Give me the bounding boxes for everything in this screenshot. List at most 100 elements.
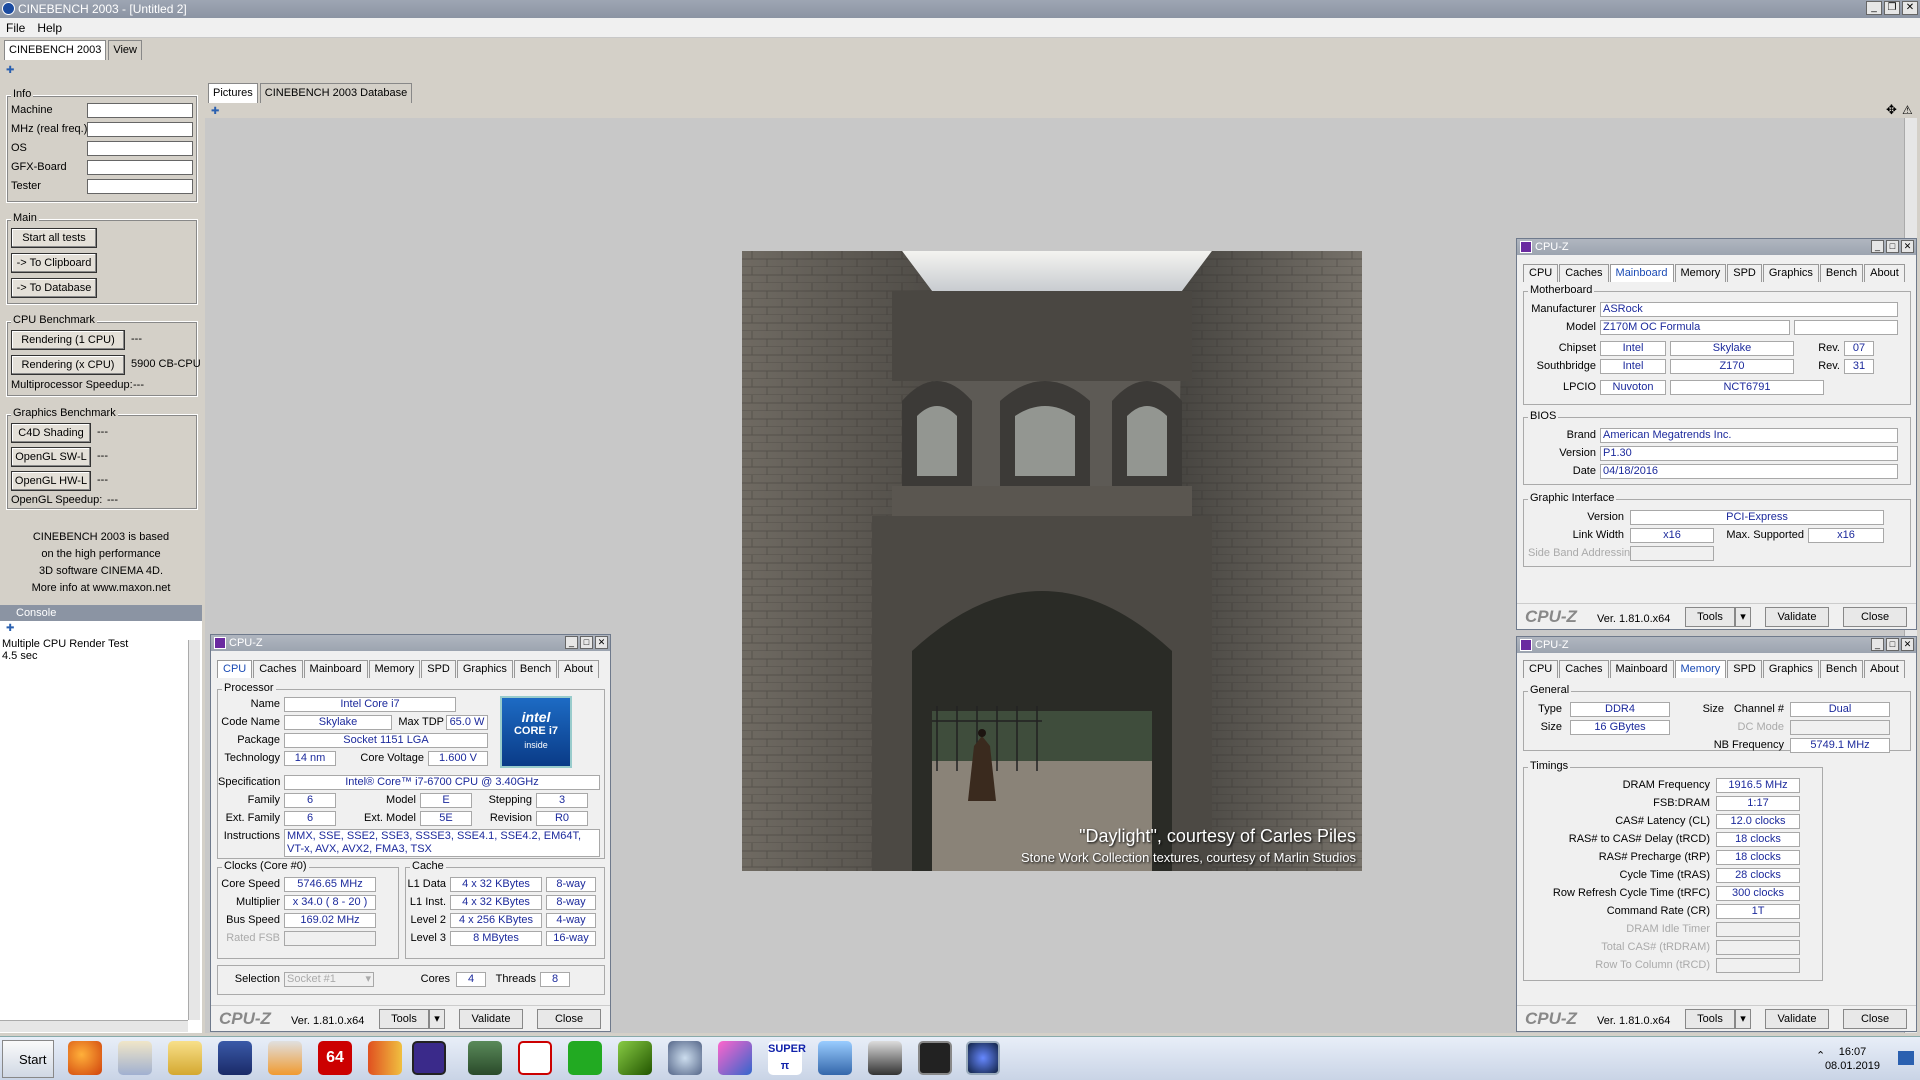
opengl-hwl-button[interactable]: OpenGL HW-L bbox=[11, 471, 91, 491]
tab-bench[interactable]: Bench bbox=[1819, 264, 1864, 282]
tab-cpu[interactable]: CPU bbox=[1523, 264, 1559, 282]
tool-icon[interactable] bbox=[368, 1041, 402, 1075]
minimize-button[interactable]: _ bbox=[1871, 638, 1884, 651]
c4d-shading-button[interactable]: C4D Shading bbox=[11, 423, 91, 443]
console-scrollbar[interactable] bbox=[188, 640, 200, 1020]
level2-value: 4 x 256 KBytes bbox=[450, 913, 542, 928]
tab-cpu[interactable]: CPU bbox=[217, 660, 253, 678]
tab-memory[interactable]: Memory bbox=[1674, 264, 1727, 282]
minimize-button[interactable]: _ bbox=[565, 636, 578, 649]
maximize-button[interactable]: □ bbox=[580, 636, 593, 649]
tools-dropdown-icon[interactable]: ▾ bbox=[1735, 607, 1751, 627]
tab-caches[interactable]: Caches bbox=[1559, 660, 1609, 678]
minimize-button[interactable]: _ bbox=[1866, 1, 1882, 15]
move-icon[interactable]: ✥ bbox=[1886, 103, 1897, 116]
superpi-icon[interactable]: SUPER π bbox=[768, 1041, 806, 1075]
render-1cpu-button[interactable]: Rendering (1 CPU) bbox=[11, 330, 125, 350]
close-button[interactable]: ✕ bbox=[1901, 240, 1914, 253]
paint-icon[interactable] bbox=[118, 1041, 152, 1075]
tools-dropdown-icon[interactable]: ▾ bbox=[429, 1009, 445, 1029]
maximize-button[interactable]: □ bbox=[1886, 638, 1899, 651]
restore-button[interactable]: ❐ bbox=[1884, 1, 1900, 15]
tab-spd[interactable]: SPD bbox=[421, 660, 456, 678]
gfx-board-input[interactable] bbox=[87, 160, 193, 175]
tab-memory[interactable]: Memory bbox=[1674, 660, 1727, 678]
tester-input[interactable] bbox=[87, 179, 193, 194]
start-button[interactable]: Start bbox=[2, 1040, 54, 1078]
pin-icon[interactable]: ✚ bbox=[6, 66, 18, 76]
tab-mainboard[interactable]: Mainboard bbox=[1609, 660, 1674, 678]
validate-button[interactable]: Validate bbox=[459, 1009, 523, 1029]
tab-graphics[interactable]: Graphics bbox=[456, 660, 513, 678]
tab-caches[interactable]: Caches bbox=[1559, 264, 1609, 282]
tab-bench[interactable]: Bench bbox=[513, 660, 558, 678]
tray-up-icon[interactable]: ⌃ bbox=[1816, 1049, 1825, 1062]
nvidia-icon[interactable] bbox=[618, 1041, 652, 1075]
tools-button[interactable]: Tools bbox=[379, 1009, 429, 1029]
tab-spd[interactable]: SPD bbox=[1727, 264, 1762, 282]
clock[interactable]: 16:07 08.01.2019 bbox=[1825, 1045, 1880, 1073]
gear-icon[interactable] bbox=[668, 1041, 702, 1075]
close-button[interactable]: ✕ bbox=[595, 636, 608, 649]
folder-icon[interactable] bbox=[168, 1041, 202, 1075]
tab-about[interactable]: About bbox=[1864, 264, 1905, 282]
tab-view[interactable]: View bbox=[108, 40, 142, 60]
tools-button[interactable]: Tools bbox=[1685, 607, 1735, 627]
to-database-button[interactable]: -> To Database bbox=[11, 278, 97, 298]
instructions-value: MMX, SSE, SSE2, SSE3, SSSE3, SSE4.1, SSE… bbox=[284, 829, 600, 857]
monitor-icon[interactable] bbox=[518, 1041, 552, 1075]
maximize-button[interactable]: □ bbox=[1886, 240, 1899, 253]
os-input[interactable] bbox=[87, 141, 193, 156]
tab-database[interactable]: CINEBENCH 2003 Database bbox=[259, 83, 413, 103]
warning-icon[interactable]: ⚠ bbox=[1902, 104, 1913, 116]
menu-help[interactable]: Help bbox=[37, 21, 62, 35]
tab-mainboard[interactable]: Mainboard bbox=[303, 660, 368, 678]
validate-button[interactable]: Validate bbox=[1765, 1009, 1829, 1029]
menu-file[interactable]: File bbox=[6, 21, 25, 35]
aida64-icon[interactable]: 64 bbox=[318, 1041, 352, 1075]
firefox-icon[interactable] bbox=[68, 1041, 102, 1075]
close-dialog-button[interactable]: Close bbox=[1843, 1009, 1907, 1029]
close-button[interactable]: ✕ bbox=[1902, 1, 1918, 15]
kite-icon[interactable] bbox=[718, 1041, 752, 1075]
to-clipboard-button[interactable]: -> To Clipboard bbox=[11, 253, 97, 273]
benchmark-icon[interactable] bbox=[568, 1041, 602, 1075]
close-dialog-button[interactable]: Close bbox=[537, 1009, 601, 1029]
tab-caches[interactable]: Caches bbox=[253, 660, 303, 678]
cinebench-taskbar-icon[interactable] bbox=[966, 1041, 1000, 1075]
tab-mainboard[interactable]: Mainboard bbox=[1609, 264, 1674, 282]
save-icon[interactable] bbox=[218, 1041, 252, 1075]
start-all-tests-button[interactable]: Start all tests bbox=[11, 228, 97, 248]
main-pin-icon[interactable]: ✚ bbox=[211, 107, 223, 117]
tab-cpu[interactable]: CPU bbox=[1523, 660, 1559, 678]
tab-graphics[interactable]: Graphics bbox=[1762, 264, 1819, 282]
tools-button[interactable]: Tools bbox=[1685, 1009, 1735, 1029]
close-button[interactable]: ✕ bbox=[1901, 638, 1914, 651]
tools-dropdown-icon[interactable]: ▾ bbox=[1735, 1009, 1751, 1029]
tab-about[interactable]: About bbox=[1864, 660, 1905, 678]
tab-cinebench[interactable]: CINEBENCH 2003 bbox=[4, 40, 107, 60]
tab-about[interactable]: About bbox=[558, 660, 599, 678]
3dmark-icon[interactable] bbox=[868, 1041, 902, 1075]
opengl-swl-button[interactable]: OpenGL SW-L bbox=[11, 447, 91, 467]
gpu-tool-icon[interactable] bbox=[468, 1041, 502, 1075]
render-xcpu-button[interactable]: Rendering (x CPU) bbox=[11, 355, 125, 375]
gpuz-icon[interactable] bbox=[918, 1041, 952, 1075]
validate-button[interactable]: Validate bbox=[1765, 607, 1829, 627]
console-pin-icon[interactable]: ✚ bbox=[6, 624, 18, 634]
tab-pictures[interactable]: Pictures bbox=[208, 83, 258, 103]
tab-bench[interactable]: Bench bbox=[1819, 660, 1864, 678]
tab-spd[interactable]: SPD bbox=[1727, 660, 1762, 678]
cpuz-taskbar-icon[interactable] bbox=[412, 1041, 446, 1075]
socket-select[interactable]: Socket #1 ▾ bbox=[284, 972, 374, 987]
media-player-icon[interactable] bbox=[268, 1041, 302, 1075]
help-icon[interactable] bbox=[818, 1041, 852, 1075]
tab-graphics[interactable]: Graphics bbox=[1762, 660, 1819, 678]
minimize-button[interactable]: _ bbox=[1871, 240, 1884, 253]
mhz-input[interactable] bbox=[87, 122, 193, 137]
notification-icon[interactable] bbox=[1898, 1051, 1914, 1065]
close-dialog-button[interactable]: Close bbox=[1843, 607, 1907, 627]
machine-input[interactable] bbox=[87, 103, 193, 118]
tab-memory[interactable]: Memory bbox=[368, 660, 421, 678]
console-hscrollbar[interactable] bbox=[0, 1020, 188, 1032]
